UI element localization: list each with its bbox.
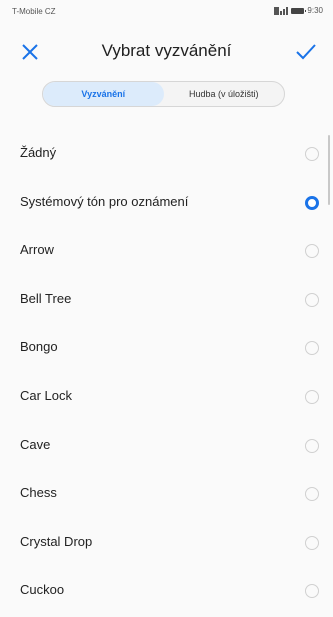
radio-button[interactable] — [305, 341, 319, 356]
ringtone-label: Cave — [20, 436, 51, 452]
list-item[interactable]: Systémový tón pro oznámení — [0, 180, 333, 229]
list-item[interactable]: Bongo — [0, 325, 333, 374]
battery-icon — [291, 7, 307, 14]
radio-button[interactable] — [305, 292, 319, 307]
radio-button[interactable] — [305, 487, 319, 502]
ringtone-list: Žádný Systémový tón pro oznámení Arrow B… — [0, 131, 333, 617]
page-title: Vybrat vyzvánění — [101, 41, 232, 60]
ringtone-label: Žádný — [20, 145, 57, 160]
tab-label: Vyzvánění — [81, 89, 126, 99]
list-item[interactable]: Arrow — [0, 228, 333, 277]
radio-button[interactable] — [305, 147, 319, 161]
check-icon — [296, 44, 316, 60]
list-item[interactable]: Cuckoo — [0, 568, 333, 617]
list-item[interactable]: Bell Tree — [0, 277, 333, 326]
scrollbar[interactable] — [328, 135, 330, 205]
radio-button-selected[interactable] — [305, 195, 319, 210]
ringtone-label: Crystal Drop — [20, 533, 93, 549]
status-indicators: 9:30 — [274, 6, 323, 15]
signal-icon — [274, 6, 289, 15]
ringtone-label: Chess — [20, 485, 57, 501]
tab-label: Hudba (v úložišti) — [188, 89, 259, 99]
confirm-button[interactable] — [293, 40, 319, 64]
ringtone-label: Car Lock — [20, 387, 73, 403]
list-item[interactable]: Cave — [0, 423, 333, 472]
radio-button[interactable] — [305, 438, 319, 453]
clock: 9:30 — [307, 6, 323, 15]
title-bar: Vybrat vyzvánění — [0, 32, 333, 72]
radio-button[interactable] — [305, 584, 319, 599]
list-item[interactable]: Žádný — [0, 131, 333, 180]
radio-button[interactable] — [305, 535, 319, 550]
ringtone-label: Systémový tón pro oznámení — [20, 193, 189, 209]
list-item[interactable]: Chess — [0, 471, 333, 520]
ringtone-label: Arrow — [20, 242, 54, 258]
list-item[interactable]: Crystal Drop — [0, 520, 333, 569]
tab-ringtones[interactable]: Vyzvánění — [43, 82, 164, 106]
radio-button[interactable] — [305, 389, 319, 404]
ringtone-label: Cuckoo — [20, 582, 65, 598]
ringtone-label: Bongo — [20, 339, 58, 355]
carrier-name: T-Mobile CZ — [12, 7, 56, 16]
list-item[interactable]: Car Lock — [0, 374, 333, 423]
ringtone-label: Bell Tree — [20, 290, 72, 306]
tab-music-storage[interactable]: Hudba (v úložišti) — [164, 82, 285, 106]
tab-switcher: Vyzvánění Hudba (v úložišti) — [42, 81, 285, 107]
status-bar: T-Mobile CZ 9:30 — [0, 0, 333, 22]
radio-button[interactable] — [305, 244, 319, 259]
